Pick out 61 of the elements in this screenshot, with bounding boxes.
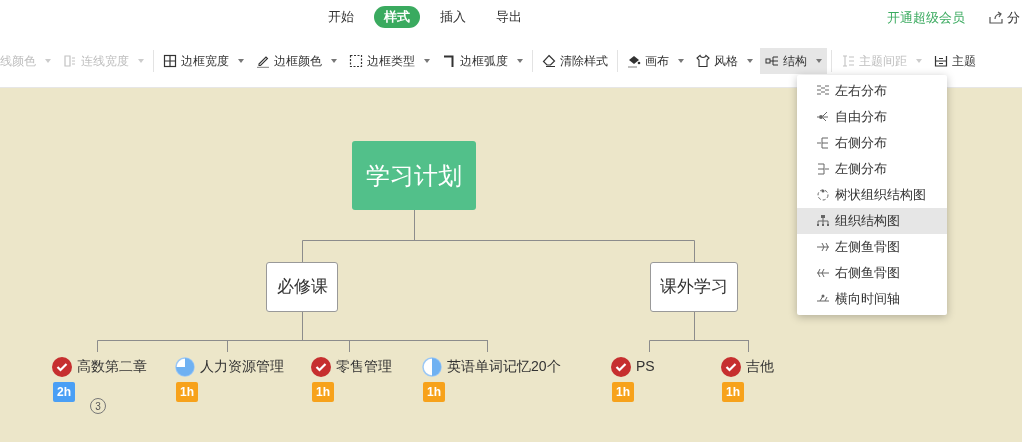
- tool-icon: [163, 53, 177, 68]
- toolbar-button[interactable]: 风格: [691, 47, 758, 74]
- menu-item[interactable]: 左右分布: [797, 78, 947, 104]
- tool-icon: [934, 53, 948, 68]
- menu-item[interactable]: 自由分布: [797, 104, 947, 130]
- toolbar-button[interactable]: 边框类型: [344, 47, 435, 74]
- task-label: 人力资源管理: [200, 357, 284, 376]
- branch-topic[interactable]: 课外学习: [650, 262, 738, 312]
- toolbar-button[interactable]: 画布: [622, 47, 689, 74]
- diagram-icon: [816, 162, 830, 176]
- task-label: 零售管理: [336, 357, 392, 376]
- tab[interactable]: 导出: [486, 6, 532, 28]
- diagram-icon: [816, 110, 830, 124]
- tool-icon: [627, 53, 641, 68]
- tab[interactable]: 插入: [430, 6, 476, 28]
- toolbar-button[interactable]: 主题: [929, 47, 981, 74]
- tool-icon: [442, 53, 456, 68]
- check-icon: [311, 356, 331, 377]
- toolbar-button[interactable]: 清除样式: [537, 47, 613, 74]
- share-icon: [989, 11, 1003, 25]
- toolbar-button[interactable]: 边框宽度: [158, 47, 249, 74]
- progress-pie-icon: [175, 356, 195, 377]
- tool-icon: [542, 53, 556, 68]
- share-button[interactable]: 分: [989, 8, 1022, 28]
- duration-tag: 1h: [176, 382, 198, 402]
- diagram-icon: [816, 266, 830, 280]
- menu-item[interactable]: 组织结构图: [797, 208, 947, 234]
- duration-tag: 1h: [722, 382, 744, 402]
- tool-icon: [349, 53, 363, 68]
- menu-item[interactable]: 横向时间轴: [797, 286, 947, 312]
- task-label: 英语单词记忆20个: [447, 357, 561, 376]
- tool-icon: [696, 53, 710, 68]
- diagram-icon: [816, 240, 830, 254]
- menu-item[interactable]: 右侧鱼骨图: [797, 260, 947, 286]
- diagram-icon: [816, 188, 830, 202]
- toolbar-button[interactable]: 边框颜色: [251, 47, 342, 74]
- tool-icon: [841, 53, 855, 68]
- check-icon: [721, 356, 741, 377]
- check-icon: [611, 356, 631, 377]
- task-label: 高数第二章: [77, 357, 147, 376]
- duration-tag: 1h: [312, 382, 334, 402]
- menu-item[interactable]: 左侧鱼骨图: [797, 234, 947, 260]
- task-label: PS: [636, 357, 655, 376]
- tab[interactable]: 开始: [318, 6, 364, 28]
- diagram-icon: [816, 84, 830, 98]
- toolbar-button[interactable]: 边框弧度: [437, 47, 528, 74]
- menu-item[interactable]: 树状组织结构图: [797, 182, 947, 208]
- progress-pie-icon: [422, 356, 442, 377]
- tool-icon: [63, 53, 77, 68]
- menu-item[interactable]: 左侧分布: [797, 156, 947, 182]
- diagram-icon: [816, 136, 830, 150]
- check-icon: [52, 356, 72, 377]
- tool-icon: [765, 53, 779, 68]
- toolbar-button[interactable]: 结构: [760, 47, 827, 74]
- branch-topic[interactable]: 必修课: [266, 262, 338, 312]
- duration-tag: 1h: [423, 382, 445, 402]
- duration-tag: 2h: [53, 382, 75, 402]
- diagram-icon: [816, 214, 830, 228]
- duration-tag: 1h: [612, 382, 634, 402]
- menu-item[interactable]: 右侧分布: [797, 130, 947, 156]
- task-label: 吉他: [746, 357, 774, 376]
